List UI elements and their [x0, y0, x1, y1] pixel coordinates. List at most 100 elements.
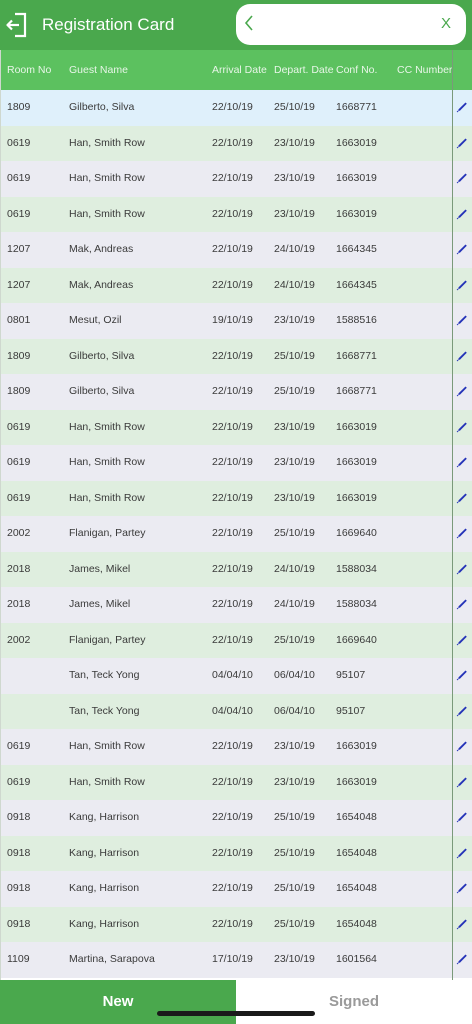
column-header-conf-no[interactable]: Conf No. [336, 50, 377, 90]
room-number: 0619 [7, 420, 31, 433]
guest-name: Tan, Teck Yong [69, 704, 140, 717]
guest-name: Kang, Harrison [69, 882, 140, 894]
pen-icon[interactable] [456, 740, 468, 752]
table-header: Room No Guest Name Arrival Date Depart. … [0, 50, 472, 90]
pen-icon[interactable] [456, 882, 468, 894]
pen-icon[interactable] [456, 456, 468, 468]
table-row[interactable]: 1207 Mak, Andreas 22/10/19 24/10/19 1664345 [0, 232, 472, 268]
arrival-date: 22/10/19 [212, 207, 253, 220]
exit-door-icon[interactable] [6, 12, 28, 38]
chevron-left-icon[interactable] [242, 13, 256, 33]
arrival-date: 04/04/10 [212, 669, 253, 681]
depart-date: 25/10/19 [274, 633, 315, 646]
pen-icon[interactable] [456, 101, 468, 113]
conf-number: 1663019 [336, 456, 377, 468]
table-row[interactable]: 0619 Han, Smith Row 22/10/19 23/10/19 166301… [0, 445, 472, 481]
guest-name: Kang, Harrison [69, 846, 140, 859]
depart-date: 06/04/10 [274, 704, 315, 717]
pen-icon[interactable] [456, 527, 468, 539]
search-input[interactable] [260, 12, 430, 37]
table-row[interactable]: 0801 Mesut, Ozil 19/10/19 23/10/19 1588516 [0, 303, 472, 339]
pen-icon[interactable] [456, 563, 468, 575]
pen-icon[interactable] [456, 137, 468, 149]
conf-number: 1668771 [336, 349, 377, 362]
pen-icon[interactable] [456, 776, 468, 788]
arrival-date: 22/10/19 [212, 598, 253, 610]
pen-icon[interactable] [456, 705, 468, 717]
arrival-date: 22/10/19 [212, 917, 253, 930]
pen-icon[interactable] [456, 172, 468, 184]
pen-icon[interactable] [456, 953, 468, 965]
room-number: 0918 [7, 882, 31, 894]
pen-icon[interactable] [456, 279, 468, 291]
pen-icon[interactable] [456, 598, 468, 610]
pen-icon[interactable] [456, 847, 468, 859]
room-number: 1809 [7, 101, 31, 113]
table-row[interactable]: 0918 Kang, Harrison 22/10/19 25/10/19 165404… [0, 906, 472, 942]
pen-icon[interactable] [456, 492, 468, 504]
table-row[interactable]: 0619 Han, Smith Row 22/10/19 23/10/19 166301… [0, 764, 472, 800]
column-header-guest-name[interactable]: Guest Name [69, 50, 128, 90]
depart-date: 24/10/19 [274, 243, 315, 255]
column-header-cc-number[interactable]: CC Number [397, 50, 452, 90]
table-row[interactable]: 0918 Kang, Harrison 22/10/19 25/10/19 165404… [0, 871, 472, 907]
guest-name: Gilberto, Silva [69, 385, 135, 397]
column-header-arrival-date[interactable]: Arrival Date [212, 50, 267, 90]
room-number: 2002 [7, 633, 31, 646]
column-header-depart-date[interactable]: Depart. Date [274, 50, 334, 90]
tab-signed[interactable]: Signed [236, 980, 472, 1024]
conf-number: 1588516 [336, 314, 377, 326]
pen-icon[interactable] [456, 421, 468, 433]
arrival-date: 22/10/19 [212, 633, 253, 646]
room-number: 1809 [7, 385, 31, 397]
table-row[interactable]: 0619 Han, Smith Row 22/10/19 23/10/19 166301… [0, 409, 472, 445]
room-number: 0918 [7, 811, 31, 823]
table-row[interactable]: Tan, Teck Yong 04/04/10 06/04/10 95107 [0, 658, 472, 694]
arrival-date: 22/10/19 [212, 172, 253, 184]
depart-date: 25/10/19 [274, 917, 315, 930]
table-row[interactable]: 0619 Han, Smith Row 22/10/19 23/10/19 166301… [0, 125, 472, 161]
conf-number: 1654048 [336, 917, 377, 930]
pen-icon[interactable] [456, 811, 468, 823]
pen-icon[interactable] [456, 669, 468, 681]
conf-number: 1664345 [336, 243, 377, 255]
conf-number: 95107 [336, 704, 366, 717]
pen-icon[interactable] [456, 243, 468, 255]
table-row[interactable]: 0619 Han, Smith Row 22/10/19 23/10/19 166301… [0, 729, 472, 765]
arrival-date: 22/10/19 [212, 101, 253, 113]
depart-date: 23/10/19 [274, 314, 315, 326]
table-row[interactable]: 0918 Kang, Harrison 22/10/19 25/10/19 165404… [0, 835, 472, 871]
pen-icon[interactable] [456, 350, 468, 362]
guest-name: Mesut, Ozil [69, 314, 122, 326]
table-row[interactable]: 0918 Kang, Harrison 22/10/19 25/10/19 165404… [0, 800, 472, 836]
table-row[interactable]: 1809 Gilberto, Silva 22/10/19 25/10/19 16687… [0, 374, 472, 410]
depart-date: 24/10/19 [274, 278, 315, 291]
column-divider [452, 90, 453, 980]
column-header-room-no[interactable]: Room No [7, 50, 51, 90]
arrival-date: 22/10/19 [212, 456, 253, 468]
table-row[interactable]: 1809 Gilberto, Silva 22/10/19 25/10/19 16687… [0, 338, 472, 374]
room-number: 0619 [7, 207, 31, 220]
table-row[interactable]: 0619 Han, Smith Row 22/10/19 23/10/19 166301… [0, 161, 472, 197]
guest-name: Kang, Harrison [69, 811, 140, 823]
pen-icon[interactable] [456, 634, 468, 646]
table-row[interactable]: 2018 James, Mikel 22/10/19 24/10/19 1588034 [0, 551, 472, 587]
table-row[interactable]: 1809 Gilberto, Silva 22/10/19 25/10/19 16687… [0, 90, 472, 126]
tab-new[interactable]: New [0, 980, 236, 1024]
depart-date: 25/10/19 [274, 527, 315, 539]
pen-icon[interactable] [456, 918, 468, 930]
clear-search-button[interactable]: X [436, 13, 456, 35]
table-row[interactable]: 0619 Han, Smith Row 22/10/19 23/10/19 166301… [0, 196, 472, 232]
table-row[interactable]: 1109 Martina, Sarapova 17/10/19 23/10/19 160… [0, 942, 472, 978]
pen-icon[interactable] [456, 208, 468, 220]
table-row[interactable]: 0619 Han, Smith Row 22/10/19 23/10/19 166301… [0, 480, 472, 516]
pen-icon[interactable] [456, 314, 468, 326]
table-row[interactable]: 1207 Mak, Andreas 22/10/19 24/10/19 1664345 [0, 267, 472, 303]
table-row[interactable]: 2018 James, Mikel 22/10/19 24/10/19 1588034 [0, 587, 472, 623]
table-row[interactable]: Tan, Teck Yong 04/04/10 06/04/10 95107 [0, 693, 472, 729]
table-row[interactable]: 2002 Flanigan, Partey 22/10/19 25/10/19 1669… [0, 622, 472, 658]
room-number: 2018 [7, 562, 31, 575]
pen-icon[interactable] [456, 385, 468, 397]
table-row[interactable]: 2002 Flanigan, Partey 22/10/19 25/10/19 1669… [0, 516, 472, 552]
bottom-tab-bar: New Signed [0, 980, 472, 1024]
